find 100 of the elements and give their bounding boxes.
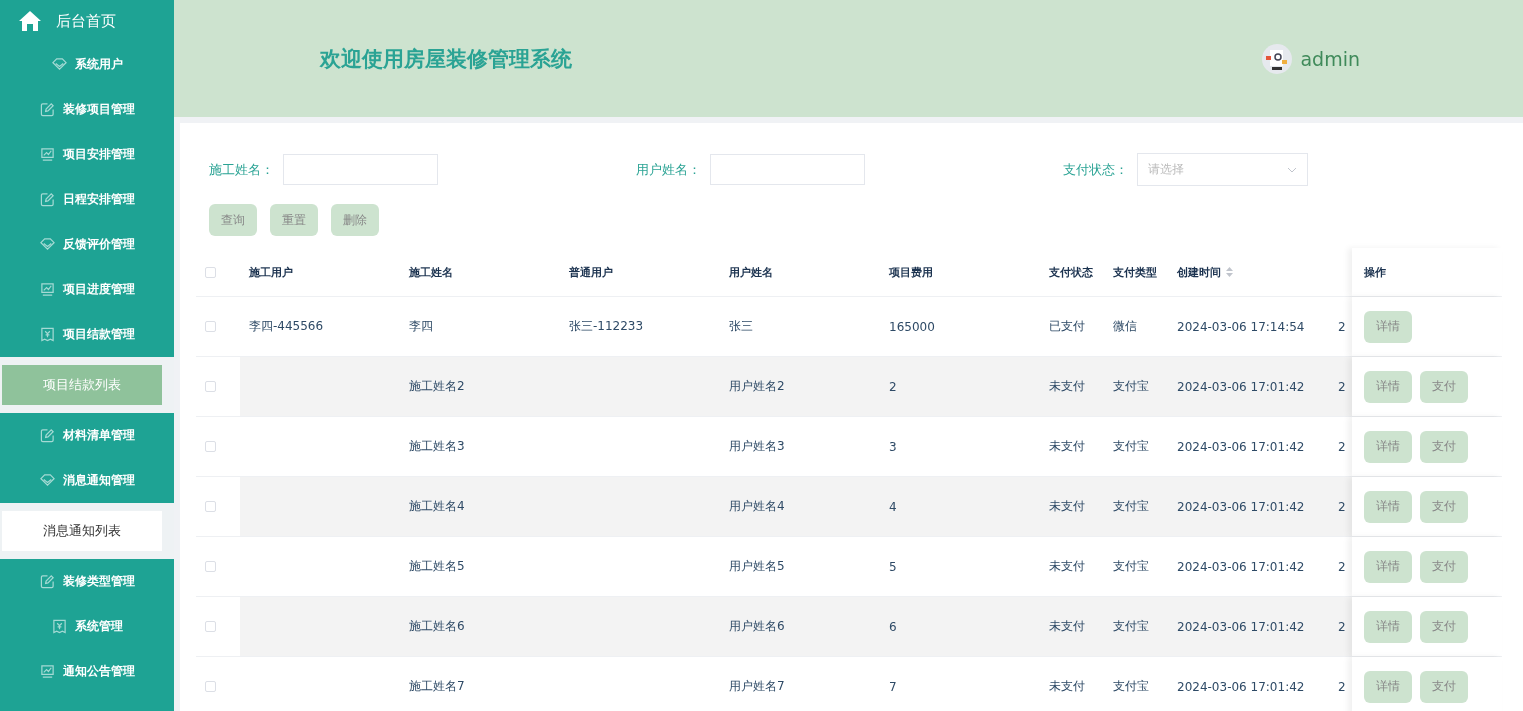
column-header: 操作 [1364,264,1386,280]
row-action-button[interactable]: 支付 [1420,370,1468,403]
table-cell: 微信 [1113,318,1137,335]
column-header: 用户姓名 [729,264,773,280]
checkbox[interactable] [205,381,216,392]
table-cell: 施工姓名4 [409,498,465,515]
table-cell: 用户姓名4 [729,498,785,515]
submenu-item[interactable]: 项目结款列表 [2,365,162,405]
table-cell: 支付宝 [1113,438,1149,455]
table-cell: 支付宝 [1113,378,1149,395]
table-cell: 张三 [729,318,753,335]
chart-icon [39,664,55,679]
avatar-icon[interactable] [1262,43,1293,74]
table-cell: 支付宝 [1113,678,1149,695]
field-label: 支付状态： [1063,160,1129,179]
chart-icon [39,147,55,162]
row-action-button[interactable]: 详情 [1364,490,1412,523]
status-select[interactable]: 请选择 [1137,153,1308,186]
row-action-button[interactable]: 详情 [1364,610,1412,643]
column-header: 施工姓名 [409,264,453,280]
row-action-button[interactable]: 详情 [1364,310,1412,343]
table-cell: 支付宝 [1113,498,1149,515]
table-cell: 未支付 [1049,438,1085,455]
row-action-button[interactable]: 详情 [1364,430,1412,463]
table-cell: 2024-03-06 17:01:42 [1177,499,1305,514]
row-action-button[interactable]: 支付 [1420,430,1468,463]
chevron-icon[interactable] [1287,166,1297,173]
home-link[interactable]: 后台首页 [56,11,116,31]
table-cell: 6 [889,619,897,634]
table-cell: 2024-03-06 17:01:42 [1177,379,1305,394]
sidebar-item[interactable]: 装修项目管理 [0,87,174,132]
field-label: 施工姓名： [209,160,275,179]
row-action-button[interactable]: 支付 [1420,670,1468,703]
table-cell: 未支付 [1049,498,1085,515]
table-cell: 已支付 [1049,318,1085,335]
action-button[interactable]: 重置 [270,204,318,236]
page-title: 欢迎使用房屋装修管理系统 [320,45,573,73]
receipt-icon [39,327,55,342]
home-icon[interactable] [18,10,42,32]
input-field[interactable] [710,154,865,185]
table-cell: 2 [1338,319,1346,334]
table-cell: 2024-03-06 17:14:54 [1177,319,1305,334]
diamond-icon [39,237,55,252]
sidebar-item[interactable]: 通知公告管理 [0,649,174,694]
table-cell: 2024-03-06 17:01:42 [1177,619,1305,634]
row-action-button[interactable]: 支付 [1420,550,1468,583]
table-cell: 李四-445566 [249,318,324,335]
receipt-icon [51,619,67,634]
checkbox[interactable] [205,561,216,572]
table-cell: 2024-03-06 17:01:42 [1177,559,1305,574]
row-action-button[interactable]: 详情 [1364,370,1412,403]
sidebar-item[interactable]: 反馈评价管理 [0,222,174,267]
edit-icon [39,192,55,207]
column-header: 支付状态 [1049,264,1093,280]
row-action-button[interactable]: 详情 [1364,550,1412,583]
table-cell: 7 [889,679,897,694]
sidebar-item[interactable]: 系统管理 [0,604,174,649]
input-field[interactable] [283,154,438,185]
column-header: 普通用户 [569,264,613,280]
action-button[interactable]: 查询 [209,204,257,236]
table-cell: 2 [1338,679,1346,694]
diamond-icon [51,57,67,72]
table-cell: 支付宝 [1113,618,1149,635]
table-cell: 李四 [409,318,433,335]
table-cell: 2024-03-06 17:01:42 [1177,679,1305,694]
edit-icon [39,574,55,589]
sidebar-item[interactable]: 系统用户 [0,42,174,87]
sort-icon[interactable] [1226,267,1233,277]
sidebar-item[interactable]: 材料清单管理 [0,413,174,458]
checkbox[interactable] [205,321,216,332]
sidebar-item[interactable]: 项目结款管理 [0,312,174,357]
edit-icon [39,102,55,117]
checkbox[interactable] [205,441,216,452]
table-cell: 施工姓名5 [409,558,465,575]
table-cell: 2 [1338,559,1346,574]
row-action-button[interactable]: 支付 [1420,490,1468,523]
checkbox[interactable] [205,501,216,512]
table-cell: 2 [889,379,897,394]
table-cell: 2 [1338,439,1346,454]
sidebar-item[interactable]: 消息通知管理 [0,458,174,503]
sidebar-item[interactable]: 项目进度管理 [0,267,174,312]
checkbox[interactable] [205,621,216,632]
submenu-item[interactable]: 消息通知列表 [2,511,162,551]
diamond-icon [39,473,55,488]
sidebar-item[interactable]: 项目安排管理 [0,132,174,177]
checkbox[interactable] [205,681,216,692]
row-action-button[interactable]: 详情 [1364,670,1412,703]
column-header[interactable]: 创建时间 [1177,264,1221,280]
action-button[interactable]: 删除 [331,204,379,236]
checkbox[interactable] [205,266,216,278]
sidebar-item[interactable]: 装修类型管理 [0,559,174,604]
table-cell: 4 [889,499,897,514]
row-action-button[interactable]: 支付 [1420,610,1468,643]
table-cell: 未支付 [1049,558,1085,575]
table-cell: 2024-03-06 17:01:42 [1177,439,1305,454]
table-cell: 施工姓名2 [409,378,465,395]
edit-icon [39,428,55,443]
user-name[interactable]: admin [1300,47,1360,70]
sidebar-item[interactable]: 日程安排管理 [0,177,174,222]
table-cell: 施工姓名7 [409,678,465,695]
